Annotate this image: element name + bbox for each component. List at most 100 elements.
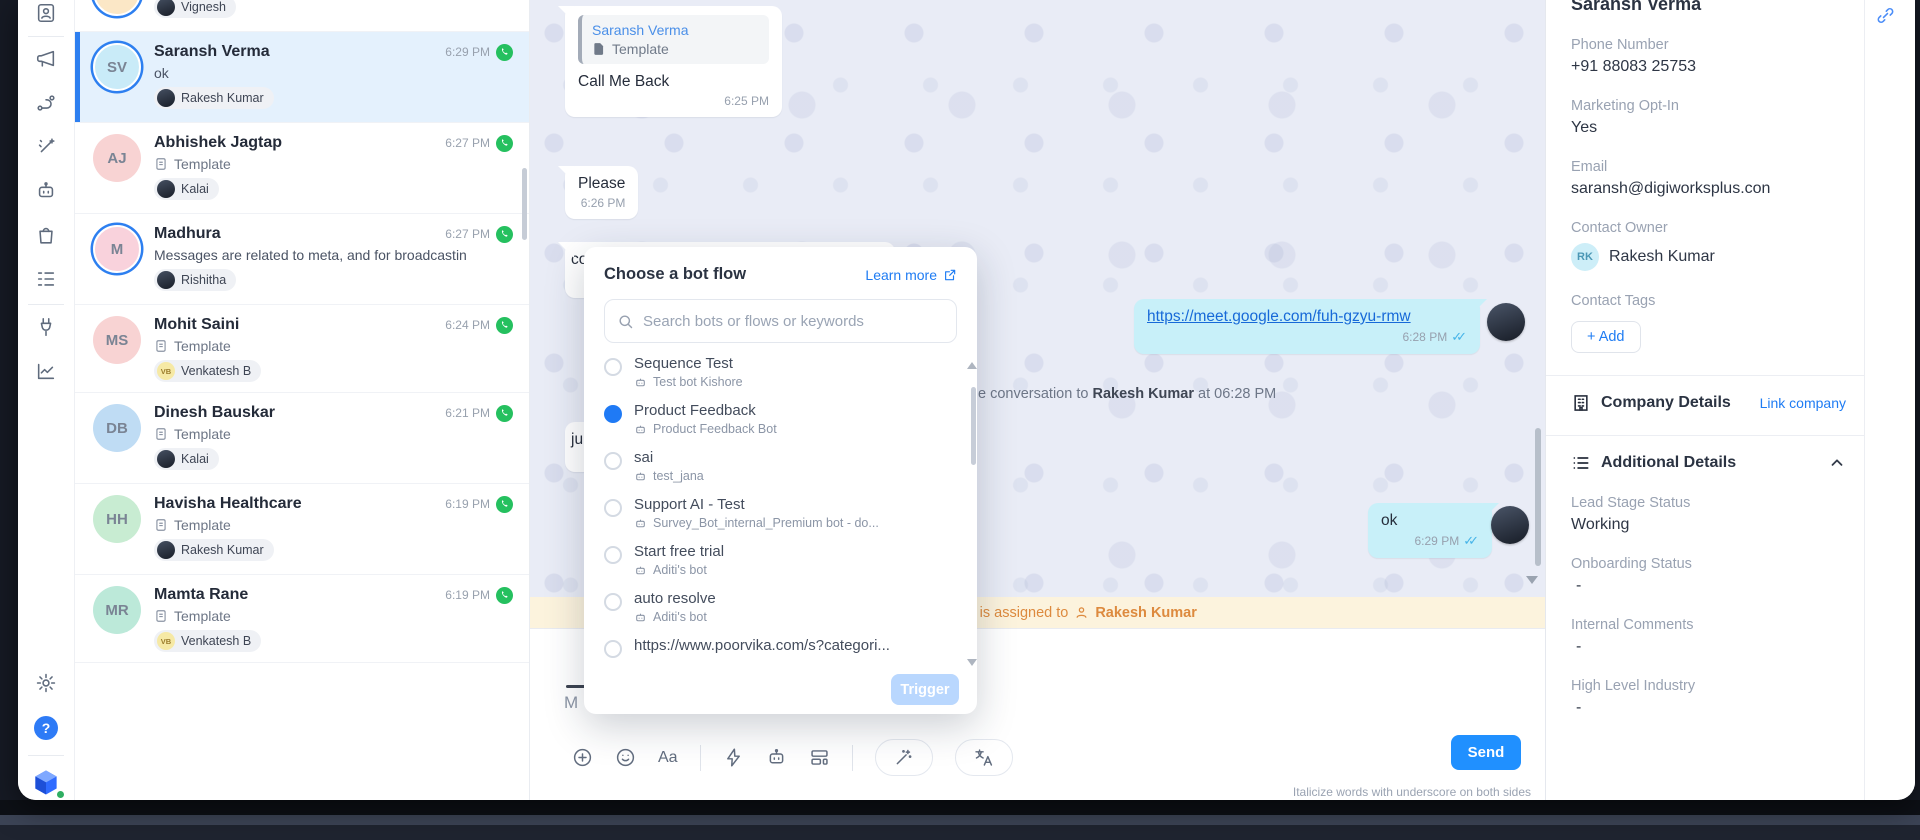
list-item-abhishek-jagtap[interactable]: AJ Abhishek Jagtap 6:27 PM Template Kala… [75, 123, 529, 214]
toolbar-divider [700, 745, 701, 771]
assignee-tag: VBVenkatesh B [154, 360, 261, 382]
formatting-hint: Italicize words with underscore on both … [1293, 785, 1531, 799]
text-format-icon[interactable]: Aa [658, 749, 678, 767]
additional-details-section[interactable]: Additional Details [1571, 453, 1846, 473]
tasks-icon[interactable] [35, 268, 57, 290]
whatsapp-icon [496, 317, 513, 334]
bot-flow-option-selected[interactable]: Product Feedback Product Feedback Bot [604, 402, 943, 449]
radio-button[interactable] [604, 452, 622, 470]
avatar: MS [93, 316, 141, 364]
quick-reply-icon[interactable] [723, 747, 744, 768]
link-company-link[interactable]: Link company [1760, 395, 1846, 411]
contact-name: Madhura [154, 225, 439, 243]
contact-name: Abhishek Jagtap [154, 134, 439, 152]
message-preview: Template [154, 426, 513, 442]
list-item-dinesh-bauskar[interactable]: DB Dinesh Bauskar 6:21 PM Template Kalai [75, 393, 529, 484]
chat-scrollbar[interactable] [1535, 428, 1541, 566]
list-item-shradha[interactable]: S Shradha reacted to "sure, I will reach… [75, 0, 529, 32]
bot-search-box[interactable] [604, 299, 957, 343]
whatsapp-icon [496, 496, 513, 513]
radio-button[interactable] [604, 358, 622, 376]
details-list-icon [1571, 453, 1591, 473]
bot-flow-option[interactable]: https://www.poorvika.com/s?categori... [604, 637, 943, 667]
bot-flow-option[interactable]: sai test_jana [604, 449, 943, 496]
radio-button[interactable] [604, 640, 622, 658]
bot-flow-option[interactable]: auto resolve Aditi's bot [604, 590, 943, 637]
list-item-mamta-rane[interactable]: MR Mamta Rane 6:19 PM Template VBVenkate… [75, 575, 529, 663]
radio-button-selected[interactable] [604, 405, 622, 423]
list-item-saransh-verma[interactable]: SV Saransh Verma 6:29 PM ok Rakesh Kumar [75, 32, 529, 123]
radio-button[interactable] [604, 546, 622, 564]
read-receipt-icon: ✓✓ [1451, 329, 1467, 344]
bot-flow-option[interactable]: Sequence Test Test bot Kishore [604, 355, 943, 402]
contact-name: Dinesh Bauskar [154, 404, 439, 422]
list-item-havisha-healthcare[interactable]: HH Havisha Healthcare 6:19 PM Template R… [75, 484, 529, 575]
bot-icon[interactable] [766, 747, 787, 768]
radio-button[interactable] [604, 499, 622, 517]
list-item-mohit-saini[interactable]: MS Mohit Saini 6:24 PM Template VBVenkat… [75, 305, 529, 393]
settings-gear-icon[interactable] [35, 672, 57, 694]
incoming-template-message[interactable]: Saransh Verma Template Call Me Back 6:25… [565, 6, 782, 117]
scroll-up-icon[interactable] [967, 362, 977, 369]
assignee-tag: Kalai [154, 178, 219, 200]
radio-button[interactable] [604, 593, 622, 611]
template-icon [154, 157, 168, 171]
bag-icon[interactable] [35, 224, 57, 246]
list-scrollbar[interactable] [522, 168, 527, 240]
popup-scrollbar[interactable] [971, 387, 976, 465]
bot-flow-option[interactable]: Start free trial Aditi's bot [604, 543, 943, 590]
bot-icon[interactable] [35, 180, 57, 202]
field-email: Email saransh@digiworksplus.con [1571, 159, 1846, 198]
outgoing-link-message[interactable]: https://meet.google.com/fuh-gzyu-rmw 6:2… [1134, 299, 1480, 354]
flows-icon[interactable] [35, 92, 57, 114]
field-marketing-optin: Marketing Opt-In Yes [1571, 98, 1846, 137]
learn-more-link[interactable]: Learn more [865, 267, 957, 283]
spark-icon[interactable] [35, 136, 57, 158]
assignee-tag: Kalai [154, 448, 219, 470]
help-icon[interactable]: ? [34, 716, 58, 740]
bot-flow-option[interactable]: Support AI - Test Survey_Bot_internal_Pr… [604, 496, 943, 543]
desk-edge-shadow [0, 825, 1920, 840]
left-nav-rail: ? [18, 0, 75, 800]
analytics-icon[interactable] [35, 360, 57, 382]
attach-icon[interactable] [572, 747, 593, 768]
field-lead-stage: Lead Stage Status Working [1571, 495, 1846, 534]
scroll-down-icon[interactable] [967, 659, 977, 666]
incoming-message[interactable]: Please 6:26 PM [565, 166, 638, 219]
trigger-button[interactable]: Trigger [891, 674, 959, 705]
brand-logo[interactable] [31, 768, 61, 798]
list-item-madhura[interactable]: M Madhura 6:27 PM Messages are related t… [75, 214, 529, 305]
message-time: 6:29 PM✓✓ [1381, 533, 1479, 549]
outgoing-message[interactable]: ok 6:29 PM✓✓ [1368, 503, 1492, 558]
template-icon [154, 518, 168, 532]
sender-avatar [1491, 506, 1529, 544]
template-cards-icon[interactable] [809, 747, 830, 768]
bot-search-input[interactable] [643, 313, 944, 330]
bot-flow-popup: Choose a bot flow Learn more Sequence Te… [584, 247, 977, 714]
field-contact-tags: Contact Tags + Add [1571, 293, 1846, 353]
plug-icon[interactable] [35, 316, 57, 338]
contacts-icon[interactable] [35, 2, 57, 24]
company-details-section[interactable]: Company Details Link company [1571, 393, 1846, 413]
conversation-pane: Saransh Verma Template Call Me Back 6:25… [530, 0, 1545, 800]
emoji-icon[interactable] [615, 747, 636, 768]
send-button[interactable]: Send [1451, 735, 1521, 770]
scroll-to-bottom-icon[interactable] [1526, 576, 1538, 584]
meet-link[interactable]: https://meet.google.com/fuh-gzyu-rmw [1147, 308, 1411, 325]
megaphone-icon[interactable] [35, 48, 57, 70]
assignee-tag: Rakesh Kumar [154, 87, 274, 109]
add-tag-button[interactable]: + Add [1571, 321, 1641, 353]
message-time: 6:26 PM [578, 196, 625, 210]
translate-button[interactable] [955, 739, 1013, 776]
chevron-up-icon[interactable] [1828, 454, 1846, 472]
copy-link-icon[interactable] [1876, 6, 1895, 30]
search-icon [617, 313, 634, 330]
popup-title: Choose a bot flow [604, 265, 746, 284]
bot-icon [634, 423, 647, 436]
ai-rewrite-button[interactable] [875, 739, 933, 776]
message-input[interactable]: M [564, 693, 578, 713]
avatar: M [93, 225, 141, 273]
system-message: e conversation to Rakesh Kumar at 06:28 … [978, 386, 1276, 402]
template-icon [154, 609, 168, 623]
bot-icon [634, 611, 647, 624]
